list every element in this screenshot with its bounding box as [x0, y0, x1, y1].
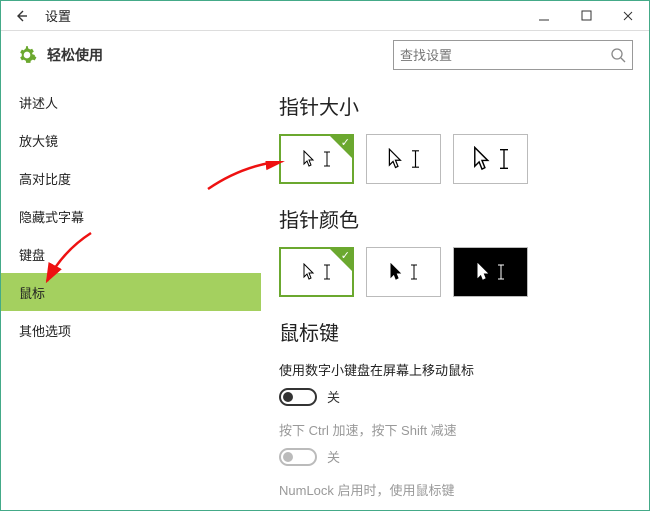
close-icon [622, 10, 634, 22]
toggle-state: 关 [327, 447, 340, 466]
cursor-preview [473, 146, 508, 172]
window-controls [523, 1, 649, 31]
sidebar-item-label: 其他选项 [19, 321, 71, 340]
cursor-preview [390, 263, 417, 281]
checkmark-icon [330, 249, 352, 271]
sidebar-item-keyboard[interactable]: 键盘 [1, 235, 261, 273]
window-title: 设置 [45, 6, 71, 25]
sidebar-item-closed-captions[interactable]: 隐藏式字幕 [1, 197, 261, 235]
titlebar: 设置 [1, 1, 649, 31]
toggle-knob [283, 392, 293, 402]
toggle-knob [283, 452, 293, 462]
toggle-state: 关 [327, 387, 340, 406]
sidebar-item-mouse[interactable]: 鼠标 [1, 273, 261, 311]
sidebar-item-label: 隐藏式字幕 [19, 207, 84, 226]
pointer-size-small[interactable] [279, 134, 354, 184]
search-box[interactable] [393, 40, 633, 70]
maximize-button[interactable] [565, 1, 607, 31]
pointer-color-options [279, 247, 631, 297]
sidebar-item-high-contrast[interactable]: 高对比度 [1, 159, 261, 197]
cursor-preview [303, 263, 330, 281]
close-button[interactable] [607, 1, 649, 31]
sidebar-item-label: 放大镜 [19, 131, 58, 150]
mouse-keys-option-2-label: 按下 Ctrl 加速，按下 Shift 减速 [279, 420, 631, 439]
mouse-keys-toggle-row-2: 关 [279, 447, 631, 466]
content-pane: 指针大小 [261, 79, 649, 510]
sidebar-item-label: 高对比度 [19, 169, 71, 188]
pointer-color-inverse[interactable] [453, 247, 528, 297]
cursor-preview [303, 150, 330, 168]
sidebar: 讲述人 放大镜 高对比度 隐藏式字幕 键盘 鼠标 其他选项 [1, 79, 261, 510]
cursor-preview [388, 148, 419, 170]
header: 轻松使用 [1, 31, 649, 79]
section-title-pointer-size: 指针大小 [279, 91, 631, 120]
section-title-pointer-color: 指针颜色 [279, 204, 631, 233]
page-title: 轻松使用 [47, 45, 103, 65]
section-title-mouse-keys: 鼠标键 [279, 317, 631, 346]
pointer-size-options [279, 134, 631, 184]
sidebar-item-label: 鼠标 [19, 283, 45, 302]
search-input[interactable] [400, 48, 610, 63]
maximize-icon [581, 10, 592, 21]
arrow-left-icon [14, 9, 28, 23]
mouse-keys-toggle-row-1: 关 [279, 387, 631, 406]
search-icon [610, 47, 626, 63]
cursor-preview [477, 263, 504, 281]
minimize-button[interactable] [523, 1, 565, 31]
gear-icon [17, 45, 37, 65]
checkmark-icon [330, 136, 352, 158]
settings-window: 设置 轻松使用 讲述人 [0, 0, 650, 511]
sidebar-item-label: 键盘 [19, 245, 45, 264]
pointer-size-large[interactable] [453, 134, 528, 184]
body: 讲述人 放大镜 高对比度 隐藏式字幕 键盘 鼠标 其他选项 指针大小 [1, 79, 649, 510]
mouse-keys-option-1-label: 使用数字小键盘在屏幕上移动鼠标 [279, 360, 631, 379]
pointer-color-white[interactable] [279, 247, 354, 297]
sidebar-item-magnifier[interactable]: 放大镜 [1, 121, 261, 159]
pointer-color-black[interactable] [366, 247, 441, 297]
sidebar-item-other-options[interactable]: 其他选项 [1, 311, 261, 349]
mouse-keys-toggle-1[interactable] [279, 388, 317, 406]
mouse-keys-option-3-label: NumLock 启用时，使用鼠标键 [279, 480, 631, 499]
sidebar-item-narrator[interactable]: 讲述人 [1, 83, 261, 121]
sidebar-item-label: 讲述人 [19, 93, 58, 112]
minimize-icon [538, 10, 550, 22]
pointer-size-medium[interactable] [366, 134, 441, 184]
back-button[interactable] [7, 2, 35, 30]
mouse-keys-toggle-2 [279, 448, 317, 466]
